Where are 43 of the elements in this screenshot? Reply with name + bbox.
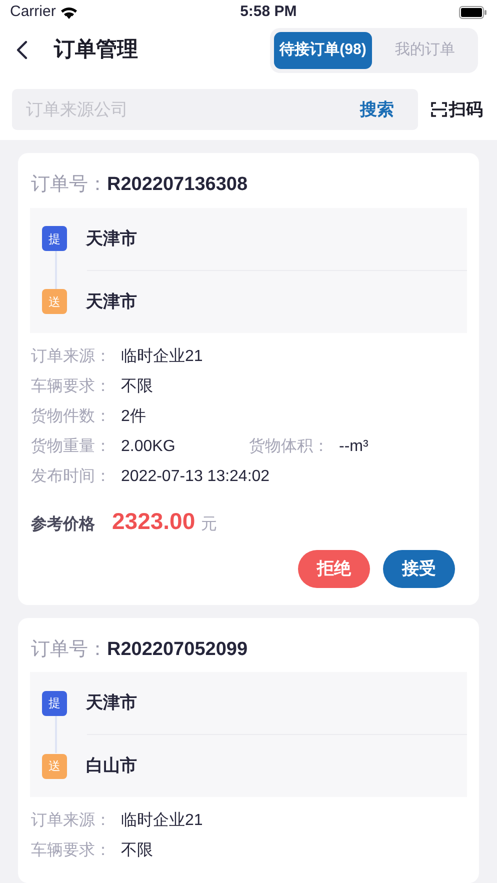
carrier-label: Carrier (10, 2, 56, 22)
page-title: 订单管理 (54, 37, 138, 64)
field-label: 订单来源： (31, 810, 112, 831)
field-value: 2.00KG (121, 436, 176, 456)
field-label: 发布时间： (31, 466, 112, 486)
city-name: 天津市 (86, 228, 137, 250)
status-time: 5:58 PM (240, 2, 297, 22)
field-label: 货物体积： (249, 436, 330, 456)
tab[interactable]: 待接订单(98) (274, 32, 372, 68)
order-number: R202207136308 (107, 173, 248, 197)
field-value: 不限 (121, 376, 153, 396)
pickup-badge: 提 (42, 226, 67, 251)
wifi-icon (60, 6, 78, 19)
field-label: 订单来源： (31, 346, 112, 366)
price-unit: 元 (201, 514, 218, 534)
city-name: 白山市 (86, 755, 137, 778)
delivery-badge: 送 (42, 754, 67, 778)
accept-button[interactable]: 接受 (383, 550, 455, 588)
field-value: 临时企业21 (121, 346, 203, 366)
scan-button[interactable]: 扫码 (431, 96, 483, 122)
back-icon[interactable] (16, 40, 28, 60)
price-amount: 2323.00 (112, 506, 196, 536)
city-name: 天津市 (86, 692, 137, 714)
field-label: 车辆要求： (31, 376, 112, 396)
delivery-badge: 送 (42, 289, 67, 314)
scan-icon (431, 102, 447, 117)
field-label: 货物重量： (31, 436, 112, 456)
search-button[interactable]: 搜索 (360, 96, 394, 122)
field-value: 临时企业21 (121, 810, 203, 831)
order-number: R202207052099 (107, 638, 248, 662)
pickup-badge: 提 (42, 690, 67, 716)
field-value: --m³ (339, 436, 368, 456)
city-name: 天津市 (86, 290, 137, 313)
field-value: 2件 (121, 406, 146, 426)
field-label: 货物件数： (31, 406, 112, 426)
order-number-label: 订单号： (31, 638, 107, 662)
field-label: 车辆要求： (31, 840, 112, 861)
field-value: 2022-07-13 13:24:02 (121, 466, 270, 486)
price-label: 参考价格 (31, 514, 95, 534)
order-number-label: 订单号： (31, 173, 107, 197)
battery-icon (458, 6, 487, 19)
field-value: 不限 (121, 841, 153, 861)
reject-button[interactable]: 拒绝 (298, 550, 370, 588)
